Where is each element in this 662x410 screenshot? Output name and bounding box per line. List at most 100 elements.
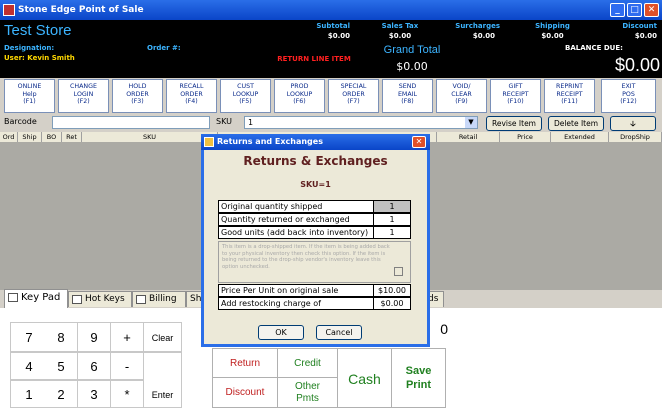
arrow-down-button[interactable]: 🡣 (610, 116, 656, 131)
customer-lookup-button[interactable]: CUST LOOKUP (F5) (220, 79, 271, 113)
store-name: Test Store (4, 22, 72, 39)
card-icon (136, 295, 146, 304)
sales-tax-label: Sales Tax (381, 22, 419, 30)
gift-receipt-button[interactable]: GIFT RECEIPT (F10) (490, 79, 541, 113)
key-2[interactable]: 2 (45, 380, 78, 408)
order-number-label: Order #: (147, 44, 181, 52)
tab-hot-keys[interactable]: Hot Keys (68, 291, 132, 307)
return-button[interactable]: Return (212, 348, 278, 378)
discount-label: Discount (622, 22, 657, 30)
shipping-label: Shipping (535, 22, 570, 30)
sku-combobox[interactable]: 1 ▼ (244, 116, 478, 129)
discount-button[interactable]: Discount (212, 378, 278, 408)
dialog-heading: Returns & Exchanges (243, 154, 388, 168)
key-9[interactable]: 9 (78, 322, 111, 352)
tab-key-pad[interactable]: Key Pad (4, 289, 68, 308)
sku-label: SKU (216, 117, 232, 126)
key-8[interactable]: 8 (45, 322, 78, 352)
revise-item-button[interactable]: Revise Item (486, 116, 542, 131)
sales-tax-value: $0.00 (388, 32, 412, 40)
ok-button[interactable]: OK (258, 325, 304, 340)
key-3[interactable]: 3 (78, 380, 111, 408)
enter-button[interactable]: Enter (144, 352, 182, 408)
send-email-button[interactable]: SEND EMAIL (F8) (382, 79, 433, 113)
save-print-button[interactable]: Save Print (392, 348, 446, 408)
dropship-note: This item is a drop-shipped item. If the… (218, 241, 411, 283)
surcharges-value: $0.00 (472, 32, 495, 40)
cancel-button[interactable]: Cancel (316, 325, 362, 340)
col-header-ret[interactable]: Ret (62, 132, 82, 142)
online-help-button[interactable]: ONLINE Help (F1) (4, 79, 55, 113)
col-header-retail[interactable]: Retail (437, 132, 500, 142)
original-quantity-value: 1 (373, 201, 410, 212)
exit-pos-button[interactable]: EXIT POS (F12) (601, 79, 656, 113)
maximize-button[interactable]: □ (627, 3, 642, 17)
app-icon (3, 4, 15, 16)
close-button[interactable]: ✕ (644, 3, 659, 17)
quantity-returned-input[interactable]: 1 (373, 214, 410, 225)
dialog-app-icon (204, 137, 214, 147)
discount-value: $0.00 (634, 32, 657, 40)
dialog-sku: SKU=1 (300, 180, 331, 189)
key-5[interactable]: 5 (45, 352, 78, 380)
grand-total-label: Grand Total (383, 44, 441, 56)
hold-order-button[interactable]: HOLD ORDER (F3) (112, 79, 163, 113)
barcode-label: Barcode (4, 117, 37, 126)
barcode-input[interactable] (52, 116, 210, 129)
key-7[interactable]: 7 (10, 322, 48, 352)
col-header-extended[interactable]: Extended (551, 132, 609, 142)
clear-button[interactable]: Clear (144, 322, 182, 352)
good-units-row: Good units (add back into inventory) 1 (218, 226, 411, 239)
other-payments-button[interactable]: Other Pmts (278, 378, 338, 408)
window-title: Stone Edge Point of Sale (18, 5, 144, 15)
dialog-close-button[interactable]: ✕ (412, 136, 426, 148)
current-user: User: Kevin Smith (4, 54, 75, 62)
product-lookup-button[interactable]: PROD LOOKUP (F6) (274, 79, 325, 113)
change-login-button[interactable]: CHANGE LOGIN (F2) (58, 79, 109, 113)
col-header-ord[interactable]: Ord (0, 132, 18, 142)
original-quantity-row: Original quantity shipped 1 (218, 200, 411, 213)
cash-button[interactable]: Cash (338, 348, 392, 408)
surcharges-label: Surcharges (455, 22, 500, 30)
keypad-display: 0 (440, 321, 448, 337)
col-header-bo[interactable]: BO (42, 132, 62, 142)
good-units-input[interactable]: 1 (373, 227, 410, 238)
recall-order-button[interactable]: RECALL ORDER (F4) (166, 79, 217, 113)
credit-button[interactable]: Credit (278, 348, 338, 378)
restocking-charge-row: Add restocking charge of $0.00 (218, 297, 411, 310)
balance-due-value: $0.00 (614, 55, 660, 75)
keypad-icon (8, 293, 18, 302)
price-per-unit-row: Price Per Unit on original sale $10.00 (218, 284, 411, 297)
subtotal-value: $0.00 (327, 32, 350, 40)
minimize-button[interactable]: _ (610, 3, 625, 17)
subtotal-label: Subtotal (316, 22, 350, 30)
tab-billing[interactable]: Billing (132, 291, 186, 307)
price-per-unit-value[interactable]: $10.00 (373, 285, 410, 296)
key-multiply[interactable]: * (111, 380, 144, 408)
chevron-down-icon[interactable]: ▼ (465, 117, 477, 128)
col-header-price[interactable]: Price (500, 132, 551, 142)
balance-due-label: BALANCE DUE: (565, 44, 623, 52)
dialog-titlebar: Returns and Exchanges (201, 134, 430, 150)
quantity-returned-row: Quantity returned or exchanged 1 (218, 213, 411, 226)
key-4[interactable]: 4 (10, 352, 48, 380)
delete-item-button[interactable]: Delete Item (548, 116, 604, 131)
key-minus[interactable]: - (111, 352, 144, 380)
col-header-sku[interactable]: SKU (82, 132, 218, 142)
void-clear-button[interactable]: VOID/CLEAR (F9) (436, 79, 487, 113)
restocking-charge-input[interactable]: $0.00 (373, 298, 410, 309)
designation-label: Designation: (4, 44, 55, 52)
col-header-dropship[interactable]: DropShip (609, 132, 662, 142)
col-header-ship[interactable]: Ship (18, 132, 42, 142)
key-6[interactable]: 6 (78, 352, 111, 380)
tab-shipping[interactable]: Sh (186, 291, 202, 307)
key-plus[interactable]: + (111, 322, 144, 352)
window-titlebar: Stone Edge Point of Sale (0, 0, 662, 20)
reprint-receipt-button[interactable]: REPRINT RECEIPT (F11) (544, 79, 595, 113)
dropship-checkbox[interactable] (394, 267, 403, 276)
grand-total-value: $0.00 (396, 60, 428, 73)
shipping-value: $0.00 (541, 32, 564, 40)
key-1[interactable]: 1 (10, 380, 48, 408)
special-order-button[interactable]: SPECIAL ORDER (F7) (328, 79, 379, 113)
return-line-indicator: RETURN LINE ITEM (277, 55, 351, 63)
